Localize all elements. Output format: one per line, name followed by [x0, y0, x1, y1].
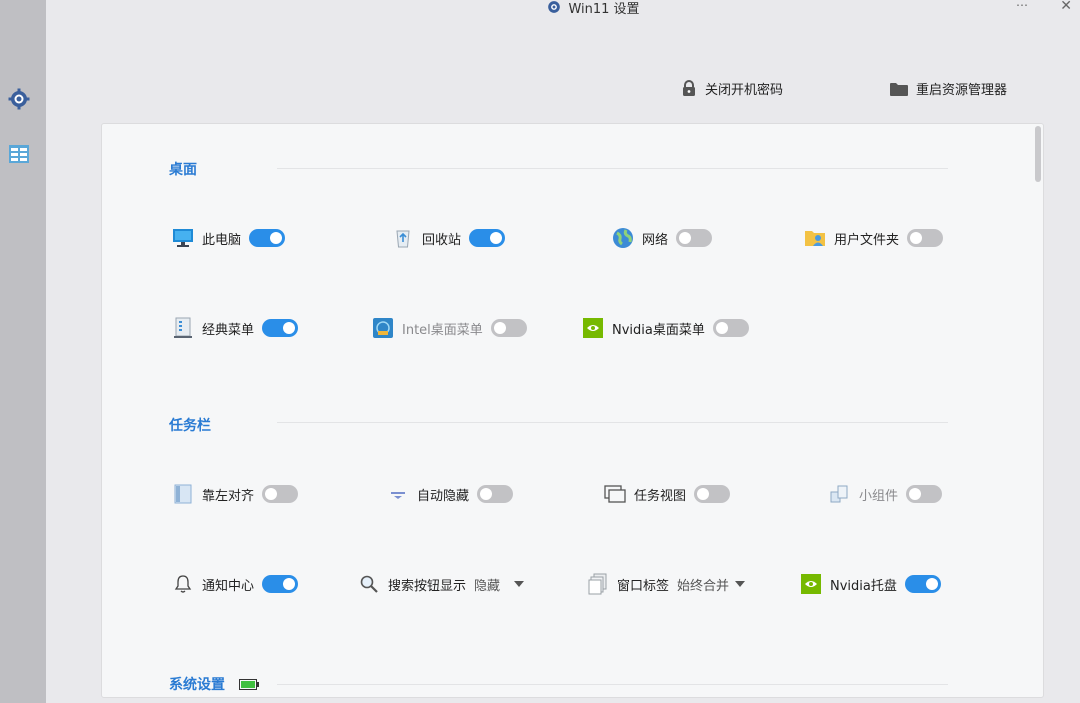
notification-center-toggle[interactable]	[262, 575, 299, 593]
nvidia-menu-label: Nvidia桌面菜单	[612, 322, 705, 338]
align-left-icon	[172, 483, 194, 505]
classic-menu-toggle[interactable]	[262, 319, 299, 337]
user-folder-toggle[interactable]	[907, 229, 944, 247]
task-view-label: 任务视图	[634, 488, 687, 504]
nvidia-icon	[582, 317, 604, 339]
window-tabs-label: 窗口标签	[617, 578, 670, 594]
gear-icon	[8, 88, 30, 110]
user-folder-label: 用户文件夹	[834, 232, 900, 248]
nvidia-icon	[800, 573, 822, 595]
recycle-bin-item: 回收站	[392, 227, 506, 249]
search-button-value: 隐藏	[474, 578, 501, 594]
menu-list-icon	[172, 317, 194, 339]
window-tabs-dropdown[interactable]: 始终合并	[677, 575, 746, 594]
stacked-pages-icon	[587, 573, 609, 595]
auto-hide-label: 自动隐藏	[417, 488, 470, 504]
close-boot-password-button[interactable]: 关闭开机密码	[681, 79, 783, 98]
classic-menu-label: 经典菜单	[202, 322, 255, 338]
recycle-bin-icon	[392, 227, 414, 249]
auto-hide-icon	[387, 483, 409, 505]
app-gear-icon	[546, 0, 562, 15]
divider	[277, 168, 948, 169]
align-left-item: 靠左对齐	[172, 483, 299, 505]
folder-icon	[890, 81, 908, 97]
nav-settings-button[interactable]	[6, 86, 32, 112]
auto-hide-toggle[interactable]	[477, 485, 514, 503]
close-button[interactable]: ✕	[1060, 0, 1072, 14]
window-title: Win11 设置	[568, 1, 640, 17]
nvidia-menu-toggle[interactable]	[712, 319, 749, 337]
notification-center-item: 通知中心	[172, 573, 299, 595]
bell-icon	[172, 573, 194, 595]
user-folder-item: 用户文件夹	[804, 227, 944, 249]
this-pc-item: 此电脑	[172, 227, 286, 249]
divider	[277, 422, 948, 423]
section-taskbar-label: 任务栏	[169, 418, 211, 434]
section-taskbar-heading: 任务栏	[169, 415, 211, 435]
search-button-dropdown[interactable]: 隐藏	[474, 575, 525, 594]
globe-icon	[612, 227, 634, 249]
widgets-icon	[829, 483, 851, 505]
nvidia-tray-toggle[interactable]	[904, 575, 941, 593]
title-bar: Win11 设置	[46, 0, 1080, 20]
chevron-down-icon	[514, 581, 525, 587]
restart-explorer-label: 重启资源管理器	[916, 83, 1008, 98]
widgets-label: 小组件	[859, 488, 899, 504]
divider	[277, 684, 948, 685]
search-button-item: 搜索按钮显示 隐藏	[358, 573, 525, 595]
section-desktop-label: 桌面	[169, 162, 197, 178]
this-pc-toggle[interactable]	[249, 229, 286, 247]
intel-menu-toggle[interactable]	[490, 319, 527, 337]
search-icon	[358, 573, 380, 595]
close-boot-password-label: 关闭开机密码	[705, 83, 784, 98]
grid-window-icon	[8, 143, 30, 165]
this-pc-label: 此电脑	[202, 232, 242, 248]
network-label: 网络	[642, 232, 669, 248]
nvidia-tray-label: Nvidia托盘	[830, 578, 897, 594]
network-item: 网络	[612, 227, 713, 249]
align-left-label: 靠左对齐	[202, 488, 255, 504]
task-view-item: 任务视图	[604, 483, 731, 505]
window-tabs-item: 窗口标签 始终合并	[587, 573, 746, 595]
task-view-toggle[interactable]	[694, 485, 731, 503]
recycle-bin-label: 回收站	[422, 232, 462, 248]
widgets-toggle[interactable]	[906, 485, 943, 503]
task-view-icon	[604, 483, 626, 505]
search-button-label: 搜索按钮显示	[388, 578, 467, 594]
restart-explorer-button[interactable]: 重启资源管理器	[890, 79, 1007, 98]
nav-desktop-button[interactable]	[6, 141, 32, 167]
nvidia-tray-item: Nvidia托盘	[800, 573, 941, 595]
user-folder-icon	[804, 227, 826, 249]
notification-center-label: 通知中心	[202, 578, 255, 594]
align-left-toggle[interactable]	[262, 485, 299, 503]
intel-menu-item: Intel桌面菜单	[372, 317, 527, 339]
intel-menu-label: Intel桌面菜单	[402, 322, 483, 338]
lock-icon	[681, 80, 697, 98]
battery-icon	[239, 678, 259, 690]
scrollbar-thumb[interactable]	[1035, 126, 1041, 182]
network-toggle[interactable]	[676, 229, 713, 247]
classic-menu-item: 经典菜单	[172, 317, 299, 339]
chevron-down-icon	[735, 581, 746, 587]
widgets-item: 小组件	[829, 483, 943, 505]
left-sidebar	[0, 0, 46, 703]
intel-icon	[372, 317, 394, 339]
more-button[interactable]: ⋯	[1016, 0, 1028, 12]
auto-hide-item: 自动隐藏	[387, 483, 514, 505]
section-desktop-heading: 桌面	[169, 159, 197, 179]
window-tabs-value: 始终合并	[677, 578, 730, 594]
nvidia-menu-item: Nvidia桌面菜单	[582, 317, 749, 339]
recycle-bin-toggle[interactable]	[469, 229, 506, 247]
monitor-icon	[172, 227, 194, 249]
section-system-label: 系统设置	[169, 677, 225, 693]
section-system-heading: 系统设置	[169, 674, 259, 694]
settings-panel: 桌面 此电脑 回收站 网络 用户文件夹 经典菜单 Intel桌面菜单 Nvidi…	[101, 123, 1044, 698]
